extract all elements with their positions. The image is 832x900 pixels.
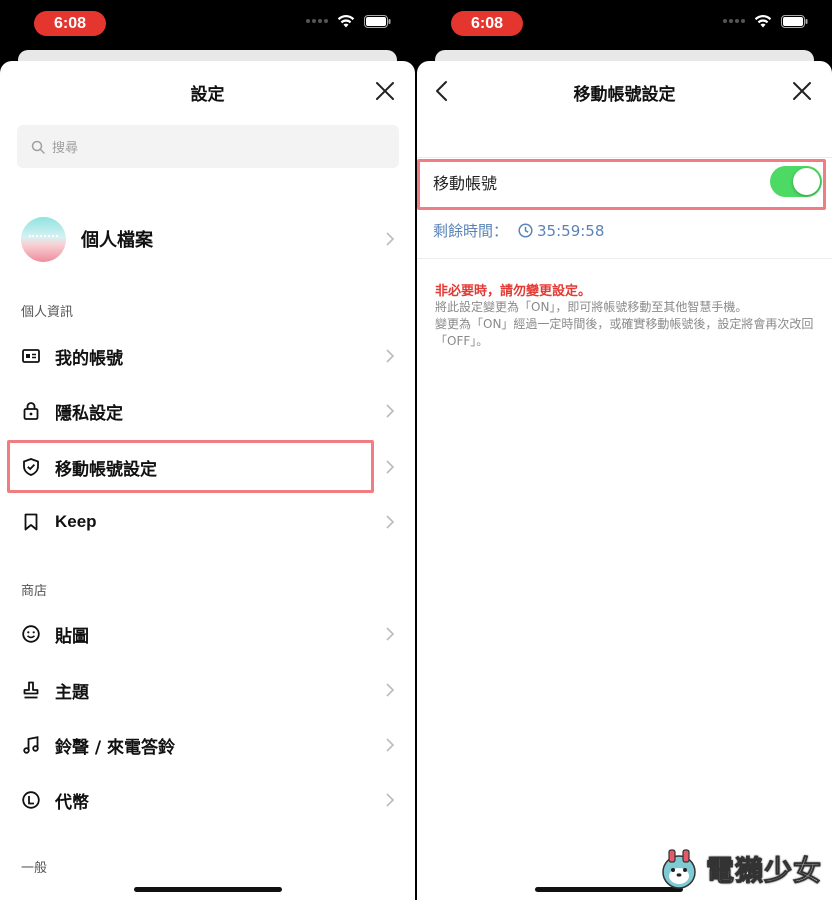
settings-sheet: 設定 搜尋 個人檔案 個人資訊 我的帳號 隱私設定 移動帳號設定 Keep 商店…	[0, 61, 415, 900]
avatar	[21, 216, 66, 262]
menu-item-my-account[interactable]: 我的帳號	[0, 331, 415, 381]
otter-logo-icon	[662, 849, 696, 889]
warning-line: 變更為「ON」經過一定時間後，或確實移動帳號後，設定將會再次改回「OFF」。	[435, 317, 814, 348]
watermark: 電獺少女	[656, 846, 822, 892]
transfer-sheet: 移動帳號設定 移動帳號 剩餘時間： 35:59:58 非必要時，請勿變更設定。 …	[417, 61, 832, 900]
id-card-icon	[21, 346, 41, 366]
section-header-personal: 個人資訊	[21, 305, 74, 320]
clock-icon	[518, 223, 533, 238]
status-time: 6:08	[451, 11, 523, 36]
chevron-right-icon	[386, 738, 395, 752]
section-header-general: 一般	[21, 861, 48, 876]
chevron-right-icon	[386, 793, 395, 807]
menu-item-themes[interactable]: 主題	[0, 665, 415, 715]
home-indicator	[133, 887, 282, 892]
menu-item-stickers[interactable]: 貼圖	[0, 609, 415, 659]
warning-body: 將此設定變更為「ON」，即可將帳號移動至其他智慧手機。 變更為「ON」經過一定時…	[435, 299, 816, 350]
battery-icon	[364, 14, 391, 28]
wifi-icon	[754, 15, 772, 28]
bookmark-icon	[21, 512, 41, 532]
close-icon[interactable]	[790, 79, 814, 103]
lock-icon	[21, 401, 41, 421]
search-placeholder: 搜尋	[52, 141, 79, 156]
menu-item-coins[interactable]: 代幣	[0, 775, 415, 825]
smiley-icon	[21, 624, 41, 644]
menu-item-privacy[interactable]: 隱私設定	[0, 386, 415, 436]
menu-item-label: 貼圖	[55, 626, 89, 647]
music-note-icon	[21, 735, 41, 755]
search-icon	[31, 140, 45, 154]
menu-item-label: 代幣	[55, 792, 89, 813]
chevron-right-icon	[386, 404, 395, 418]
highlight-box	[417, 159, 826, 210]
chevron-right-icon	[386, 349, 395, 363]
signal-icon	[306, 18, 328, 24]
menu-item-label: Keep	[55, 512, 97, 531]
signal-icon	[723, 18, 745, 24]
status-bar: 6:08	[0, 0, 415, 48]
coin-icon	[21, 790, 41, 810]
chevron-right-icon	[386, 683, 395, 697]
chevron-right-icon	[386, 232, 395, 246]
menu-item-label: 隱私設定	[55, 403, 123, 424]
battery-icon	[781, 14, 808, 28]
menu-item-label: 我的帳號	[55, 348, 123, 369]
search-input[interactable]: 搜尋	[17, 125, 399, 168]
menu-item-label: 鈴聲 / 來電答鈴	[55, 737, 176, 758]
menu-item-ringtones[interactable]: 鈴聲 / 來電答鈴	[0, 720, 415, 770]
brush-icon	[21, 680, 41, 700]
highlight-box	[7, 440, 374, 493]
chevron-right-icon	[386, 460, 395, 474]
status-time: 6:08	[34, 11, 106, 36]
profile-label: 個人檔案	[81, 230, 153, 251]
menu-item-keep[interactable]: Keep	[0, 497, 415, 547]
menu-item-label: 主題	[55, 682, 89, 703]
transfer-account-screen: 6:08 移動帳號設定 移動帳號 剩餘時間： 35:59:58 非必要時，請勿變…	[417, 0, 832, 900]
status-bar: 6:08	[417, 0, 832, 48]
warning-title: 非必要時，請勿變更設定。	[435, 284, 592, 299]
warning-line: 將此設定變更為「ON」，即可將帳號移動至其他智慧手機。	[435, 300, 748, 314]
watermark-text: 電獺少女	[705, 854, 822, 888]
remaining-time: 35:59:58	[537, 221, 605, 240]
page-title: 移動帳號設定	[573, 85, 676, 105]
remaining-time-row: 剩餘時間： 35:59:58	[433, 220, 604, 241]
wifi-icon	[337, 15, 355, 28]
page-title: 設定	[190, 85, 225, 105]
remaining-label: 剩餘時間：	[433, 222, 509, 240]
section-header-store: 商店	[21, 584, 48, 599]
settings-screen: 6:08 設定 搜尋 個人檔案 個人資訊 我的帳號 隱私設定 移動帳號設定 Ke…	[0, 0, 415, 900]
profile-row[interactable]: 個人檔案	[0, 211, 415, 267]
close-icon[interactable]	[373, 79, 397, 103]
chevron-right-icon	[386, 627, 395, 641]
chevron-right-icon	[386, 515, 395, 529]
